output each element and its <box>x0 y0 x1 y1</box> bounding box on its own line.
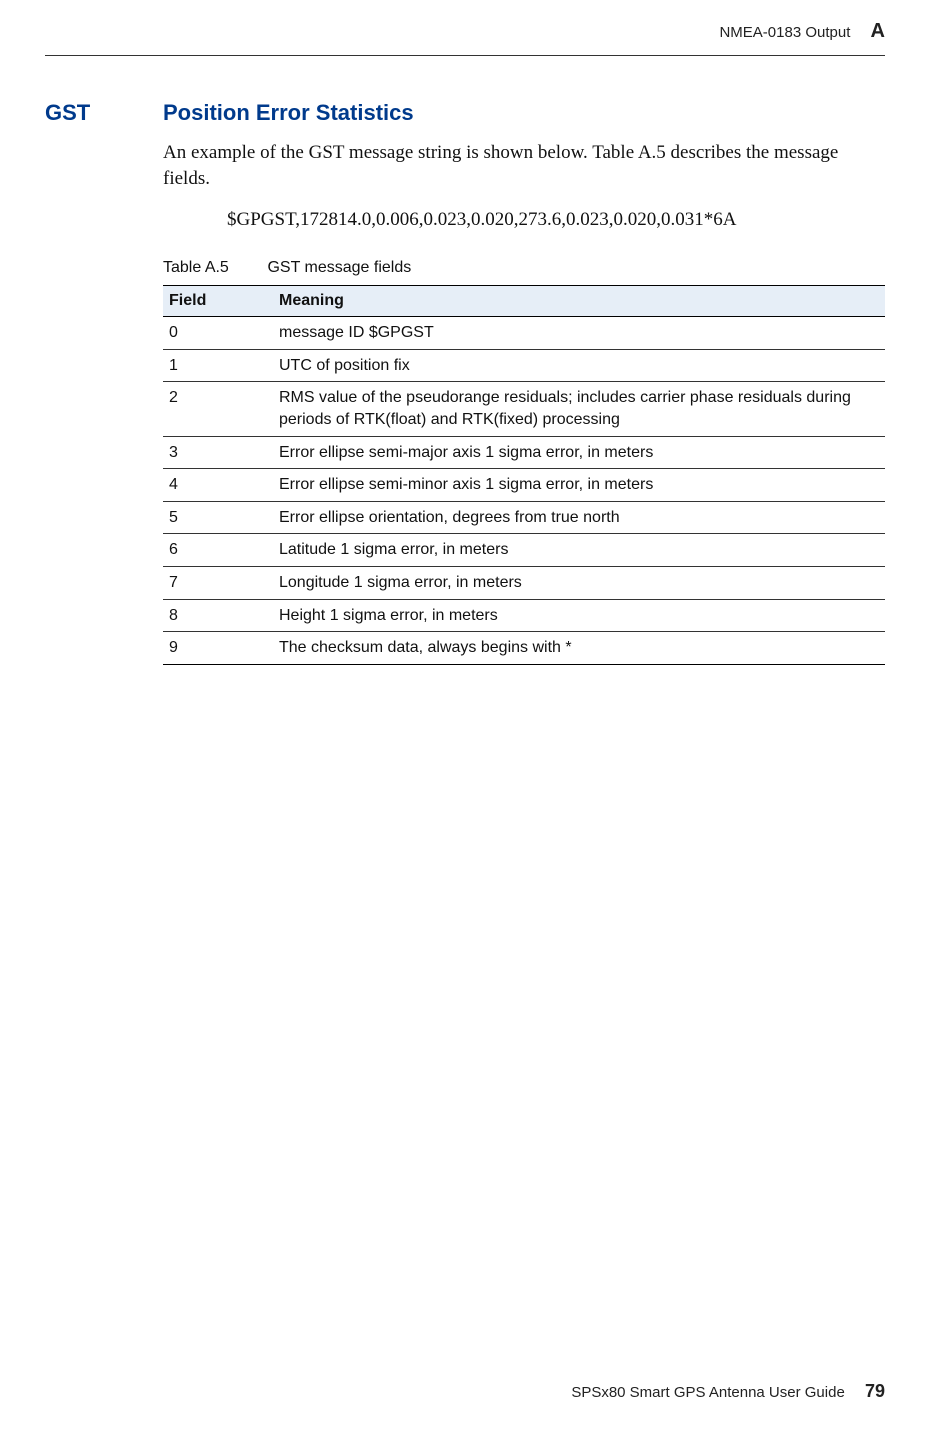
cell-field: 0 <box>163 317 273 350</box>
example-string: $GPGST,172814.0,0.006,0.023,0.020,273.6,… <box>227 209 885 231</box>
table-row: 0 message ID $GPGST <box>163 317 885 350</box>
message-fields-table: Field Meaning 0 message ID $GPGST 1 UTC … <box>163 285 885 665</box>
cell-field: 6 <box>163 534 273 567</box>
table-header-row: Field Meaning <box>163 286 885 317</box>
table-row: 6 Latitude 1 sigma error, in meters <box>163 534 885 567</box>
table-caption-text: GST message fields <box>267 259 411 276</box>
cell-meaning: Latitude 1 sigma error, in meters <box>273 534 885 567</box>
header-section-name: NMEA-0183 Output <box>719 24 850 41</box>
table-row: 4 Error ellipse semi-minor axis 1 sigma … <box>163 469 885 502</box>
col-header-field: Field <box>163 286 273 317</box>
footer-page-number: 79 <box>865 1381 885 1401</box>
header-appendix-letter: A <box>871 20 885 43</box>
cell-meaning: The checksum data, always begins with * <box>273 632 885 665</box>
section-title: Position Error Statistics <box>163 100 414 126</box>
section-heading: GST Position Error Statistics <box>45 100 885 126</box>
cell-meaning: Error ellipse semi-major axis 1 sigma er… <box>273 436 885 469</box>
table-caption: Table A.5 GST message fields <box>163 259 885 277</box>
intro-paragraph: An example of the GST message string is … <box>163 140 885 191</box>
cell-field: 7 <box>163 567 273 600</box>
table-row: 8 Height 1 sigma error, in meters <box>163 599 885 632</box>
col-header-meaning: Meaning <box>273 286 885 317</box>
page-header: NMEA-0183 Output A <box>45 20 885 56</box>
cell-meaning: message ID $GPGST <box>273 317 885 350</box>
cell-field: 9 <box>163 632 273 665</box>
cell-meaning: Error ellipse orientation, degrees from … <box>273 501 885 534</box>
section-tag: GST <box>45 100 163 126</box>
page-footer: SPSx80 Smart GPS Antenna User Guide 79 <box>571 1381 885 1402</box>
table-label: Table A.5 <box>163 259 263 277</box>
table-row: 9 The checksum data, always begins with … <box>163 632 885 665</box>
table-row: 2 RMS value of the pseudorange residuals… <box>163 382 885 436</box>
table-row: 7 Longitude 1 sigma error, in meters <box>163 567 885 600</box>
cell-meaning: Height 1 sigma error, in meters <box>273 599 885 632</box>
table-row: 1 UTC of position fix <box>163 349 885 382</box>
cell-meaning: Error ellipse semi-minor axis 1 sigma er… <box>273 469 885 502</box>
cell-field: 8 <box>163 599 273 632</box>
cell-field: 5 <box>163 501 273 534</box>
cell-field: 2 <box>163 382 273 436</box>
cell-field: 4 <box>163 469 273 502</box>
footer-guide-name: SPSx80 Smart GPS Antenna User Guide <box>571 1384 844 1401</box>
section-content: An example of the GST message string is … <box>163 140 885 665</box>
table-row: 5 Error ellipse orientation, degrees fro… <box>163 501 885 534</box>
table-row: 3 Error ellipse semi-major axis 1 sigma … <box>163 436 885 469</box>
cell-field: 1 <box>163 349 273 382</box>
cell-meaning: UTC of position fix <box>273 349 885 382</box>
cell-field: 3 <box>163 436 273 469</box>
cell-meaning: RMS value of the pseudorange residuals; … <box>273 382 885 436</box>
cell-meaning: Longitude 1 sigma error, in meters <box>273 567 885 600</box>
